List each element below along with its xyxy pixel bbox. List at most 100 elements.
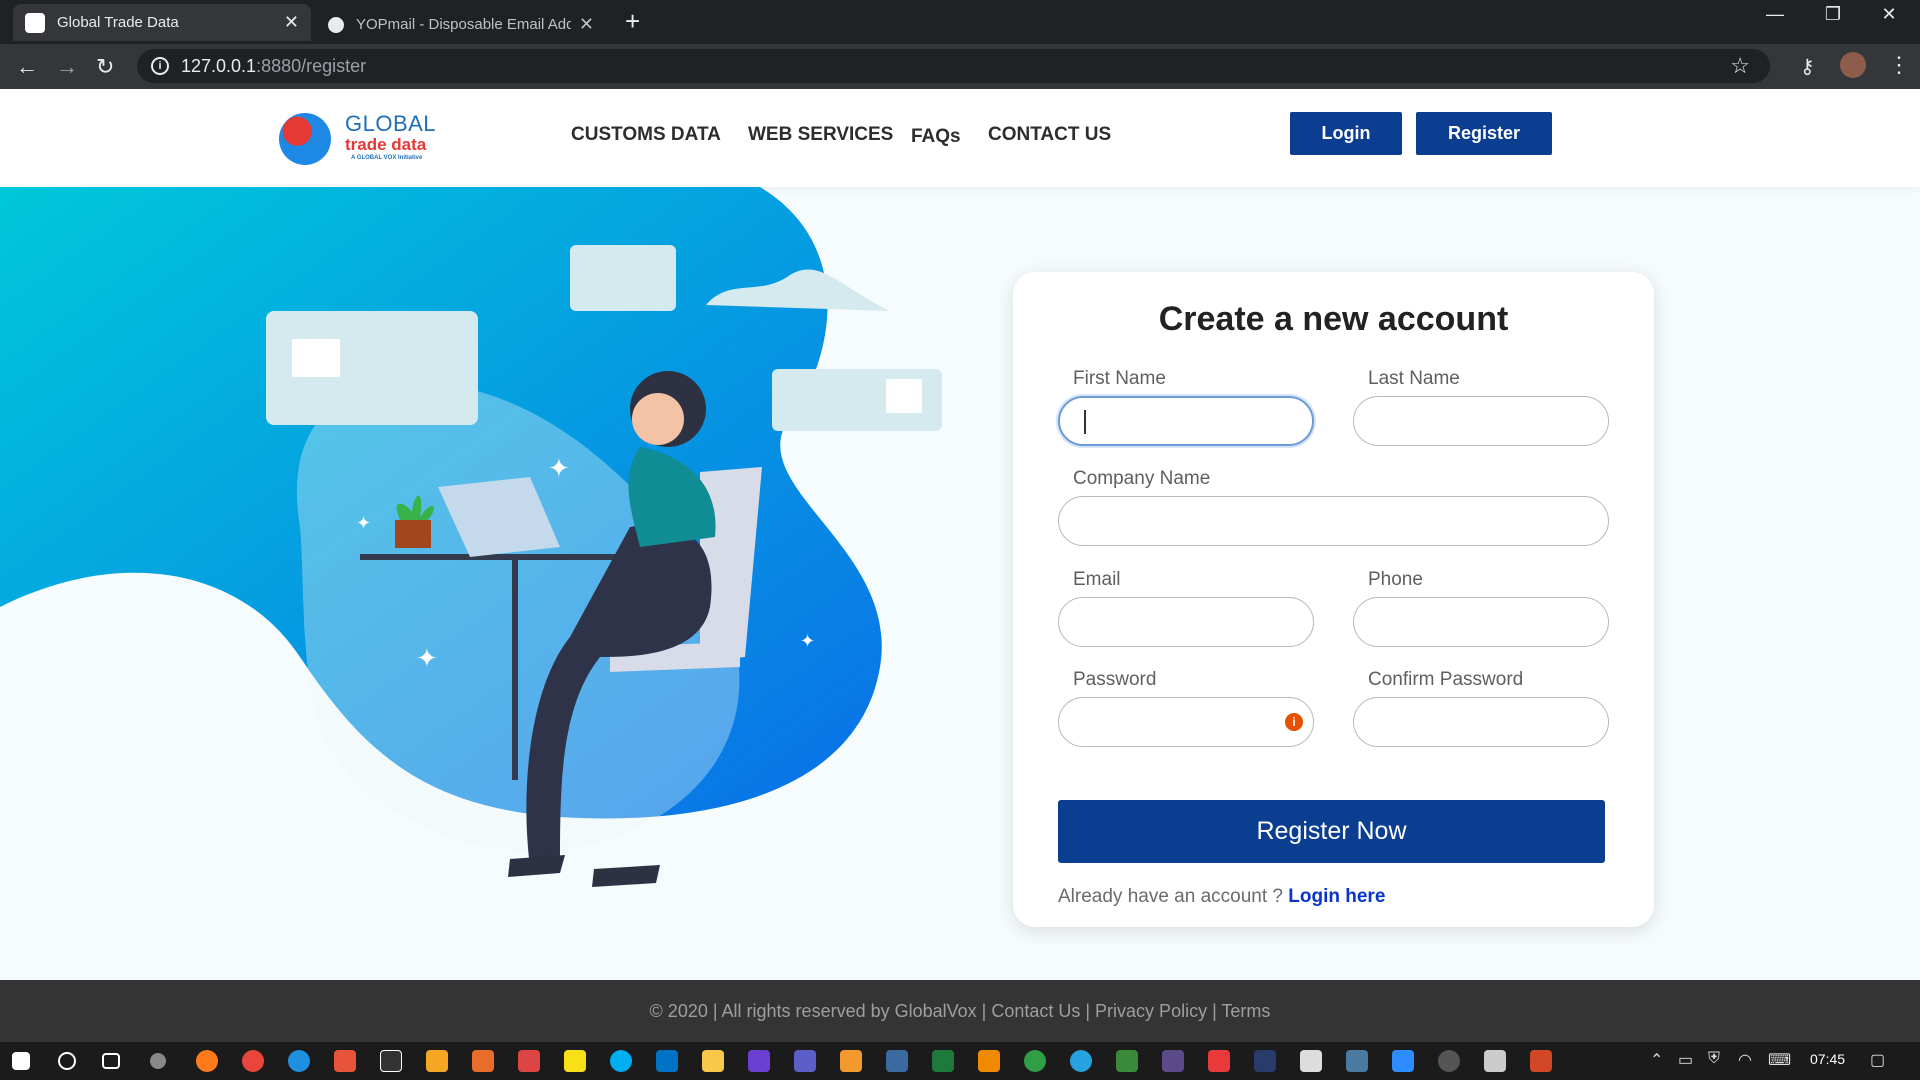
login-button[interactable]: Login <box>1290 112 1402 155</box>
nav-faqs[interactable]: FAQs <box>911 126 961 148</box>
chat-bubble-illustration <box>570 245 676 311</box>
search-icon[interactable] <box>58 1052 76 1070</box>
register-button[interactable]: Register <box>1416 112 1552 155</box>
back-icon[interactable]: ← <box>16 54 38 80</box>
phone-label: Phone <box>1368 569 1423 590</box>
company-name-input[interactable] <box>1058 496 1609 546</box>
windows-start-icon[interactable] <box>12 1052 30 1070</box>
chrome-icon[interactable] <box>242 1050 264 1072</box>
last-name-input[interactable] <box>1353 396 1609 446</box>
card-image-block <box>886 379 922 413</box>
app-icon[interactable] <box>1208 1050 1230 1072</box>
first-name-input[interactable] <box>1058 396 1314 446</box>
app-icon[interactable] <box>1254 1050 1276 1072</box>
page: GLOBAL trade data A GLOBAL VOX Initiativ… <box>0 89 1920 1042</box>
app-icon[interactable] <box>1300 1050 1322 1072</box>
telegram-icon[interactable] <box>1070 1050 1092 1072</box>
app-icon[interactable] <box>426 1050 448 1072</box>
new-tab-icon[interactable]: + <box>625 6 640 37</box>
restore-icon[interactable]: ❐ <box>1810 4 1856 25</box>
email-label: Email <box>1073 569 1121 590</box>
window-image-block <box>292 339 340 377</box>
app-icon[interactable] <box>1346 1050 1368 1072</box>
app-icon[interactable] <box>1024 1050 1046 1072</box>
url-input[interactable]: i 127.0.0.1:8880/register ☆ <box>137 49 1770 83</box>
company-name-label: Company Name <box>1073 468 1211 489</box>
minimize-icon[interactable]: — <box>1752 4 1798 25</box>
email-input[interactable] <box>1058 597 1314 647</box>
nav-web-services[interactable]: WEB SERVICES <box>748 124 893 146</box>
task-view-icon[interactable] <box>102 1053 120 1069</box>
close-tab-icon[interactable]: ✕ <box>284 12 299 33</box>
tab-title: Global Trade Data <box>57 14 179 31</box>
site-info-icon[interactable]: i <box>151 57 169 75</box>
app-icon[interactable] <box>1116 1050 1138 1072</box>
outlook-icon[interactable] <box>656 1050 678 1072</box>
login-here-link[interactable]: Login here <box>1288 886 1385 907</box>
nav-contact-us[interactable]: CONTACT US <box>988 124 1111 146</box>
battery-icon[interactable]: ▭ <box>1678 1050 1693 1070</box>
person-shoe-right <box>592 865 660 887</box>
sparkle-icon: ✦ <box>548 453 570 483</box>
file-explorer-icon[interactable] <box>702 1050 724 1072</box>
chevron-up-icon[interactable]: ⌃ <box>1650 1050 1663 1070</box>
url-host: 127.0.0.1 <box>181 55 257 76</box>
person-shoe-left <box>508 855 565 877</box>
form-title: Create a new account <box>1158 300 1509 338</box>
phone-input[interactable] <box>1353 597 1609 647</box>
bookmark-star-icon[interactable]: ☆ <box>1730 53 1750 79</box>
app-icon[interactable] <box>932 1050 954 1072</box>
terminal-icon[interactable] <box>380 1050 402 1072</box>
key-icon[interactable]: ⚷ <box>1800 54 1815 79</box>
firefox-icon[interactable] <box>196 1050 218 1072</box>
sparkle-icon: ✦ <box>416 643 438 673</box>
nav-customs-data[interactable]: CUSTOMS DATA <box>571 124 721 146</box>
globe-logo-icon <box>279 113 331 165</box>
app-icon[interactable] <box>334 1050 356 1072</box>
settings-icon[interactable] <box>150 1053 166 1069</box>
app-icon[interactable] <box>1162 1050 1184 1072</box>
forward-icon[interactable]: → <box>56 54 78 80</box>
tab-yopmail[interactable]: YOPmail - Disposable Email Addr ✕ <box>316 8 606 41</box>
desk-leg <box>512 560 518 780</box>
logo-line1: GLOBAL <box>345 111 437 136</box>
teams-icon[interactable] <box>794 1050 816 1072</box>
logo[interactable]: GLOBAL trade data A GLOBAL VOX Initiativ… <box>279 109 449 169</box>
register-now-button[interactable]: Register Now <box>1058 800 1605 863</box>
skype-icon[interactable] <box>610 1050 632 1072</box>
site-footer: © 2020 | All rights reserved by GlobalVo… <box>0 980 1920 1042</box>
shield-icon[interactable]: ⛨ <box>1708 1050 1720 1068</box>
close-tab-icon[interactable]: ✕ <box>579 14 594 35</box>
app-icon[interactable] <box>518 1050 540 1072</box>
app-icon[interactable] <box>840 1050 862 1072</box>
close-window-icon[interactable]: ✕ <box>1866 4 1912 25</box>
wifi-icon[interactable]: ◠ <box>1738 1050 1752 1070</box>
edge-icon[interactable] <box>288 1050 310 1072</box>
already-account-text: Already have an account ? Login here <box>1058 886 1385 908</box>
zoom-icon[interactable] <box>1392 1050 1414 1072</box>
vlc-icon[interactable] <box>978 1050 1000 1072</box>
confirm-password-input[interactable] <box>1353 697 1609 747</box>
password-input[interactable]: i <box>1058 697 1314 747</box>
tab-global-trade-data[interactable]: Global Trade Data ✕ <box>13 4 311 41</box>
logo-line3: A GLOBAL VOX Initiative <box>351 155 423 161</box>
password-label: Password <box>1073 669 1157 690</box>
keyboard-icon[interactable]: ⌨ <box>1768 1050 1791 1070</box>
powerpoint-icon[interactable] <box>1530 1050 1552 1072</box>
confirm-password-label: Confirm Password <box>1368 669 1524 690</box>
app-icon[interactable] <box>748 1050 770 1072</box>
clock[interactable]: 07:45 <box>1810 1051 1845 1067</box>
app-icon[interactable] <box>1484 1050 1506 1072</box>
sparkle-icon: ✦ <box>800 631 815 651</box>
app-icon[interactable] <box>886 1050 908 1072</box>
app-icon[interactable] <box>1438 1050 1460 1072</box>
notifications-icon[interactable]: ▢ <box>1870 1050 1885 1070</box>
warning-icon[interactable]: i <box>1285 713 1303 731</box>
profile-avatar[interactable] <box>1840 52 1866 78</box>
address-bar: ← → ↻ i 127.0.0.1:8880/register ☆ ⚷ ⋮ <box>0 44 1920 89</box>
app-icon[interactable] <box>472 1050 494 1072</box>
reload-icon[interactable]: ↻ <box>96 54 114 80</box>
sticky-notes-icon[interactable] <box>564 1050 586 1072</box>
browser-menu-icon[interactable]: ⋮ <box>1888 52 1910 78</box>
person-face <box>632 393 684 445</box>
